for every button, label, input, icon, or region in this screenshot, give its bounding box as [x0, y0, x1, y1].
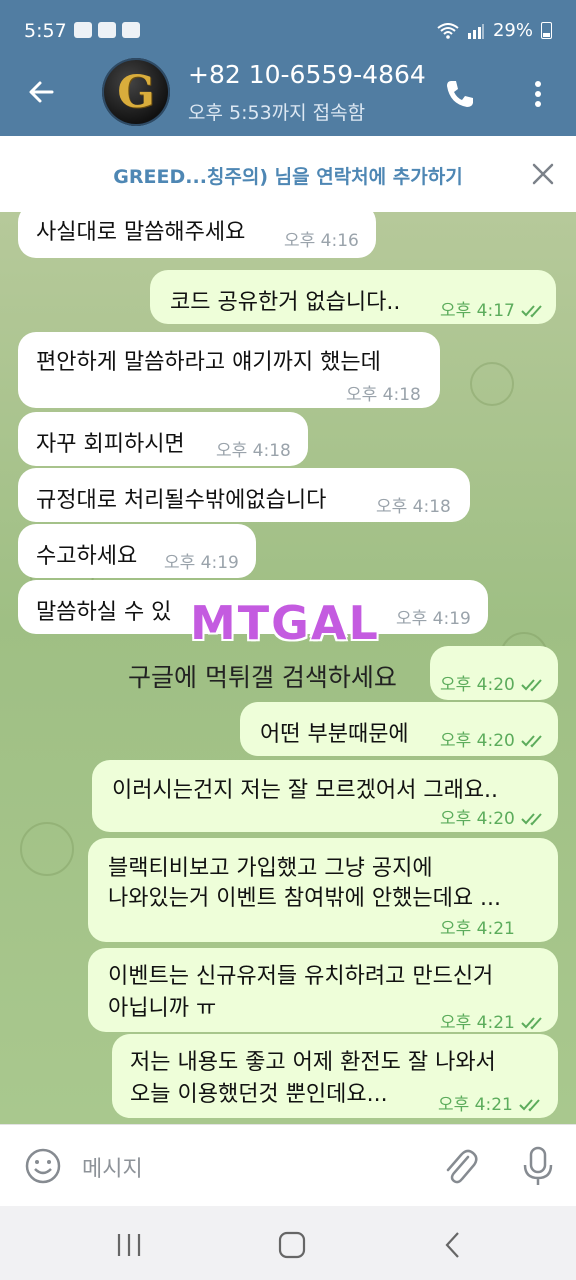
home-icon[interactable]	[275, 1228, 309, 1262]
add-contact-banner: GREED...칭주의) 님을 연락처에 추가하기	[0, 136, 576, 213]
avatar-letter: G	[117, 66, 155, 118]
message-time: 오후 4:21	[440, 1013, 515, 1033]
signal-icon	[467, 23, 484, 39]
message-time: 오후 4:18	[376, 497, 451, 517]
message-incoming[interactable]: 규정대로 처리될수밖에없습니다 오후 4:18	[18, 468, 470, 522]
status-right: 29%	[437, 20, 552, 41]
back-arrow-icon[interactable]	[22, 72, 62, 112]
microphone-icon[interactable]	[520, 1145, 556, 1187]
gallery-icon	[74, 22, 92, 38]
message-text-line1: 저는 내용도 좋고 어제 환전도 잘 나와서	[130, 1050, 496, 1075]
message-text: 자꾸 회피하시면	[36, 432, 185, 457]
talk-icon	[98, 22, 116, 38]
play-icon	[122, 22, 140, 38]
chat-header: G +82 10-6559-4864 오후 5:53까지 접속함	[0, 48, 576, 136]
message-input[interactable]: 메시지	[82, 1151, 143, 1183]
message-text-line1: 블랙티비보고 가입했고 그냥 공지에	[108, 856, 433, 881]
message-incoming[interactable]: 편안하게 말씀하라고 얘기까지 했는데 오후 4:18	[18, 332, 440, 408]
message-outgoing[interactable]: 어떤 부분때문에 오후 4:20	[240, 702, 558, 756]
message-time: 오후 4:21	[440, 919, 515, 939]
notification-icons	[74, 22, 140, 38]
message-text: 말씀하실 수 있	[36, 600, 172, 625]
message-text-line2: 나와있는거 이벤트 참여밖에 안했는데요 ...	[108, 886, 502, 911]
wifi-icon	[437, 22, 459, 39]
recents-icon[interactable]	[112, 1228, 146, 1262]
back-icon[interactable]	[436, 1228, 470, 1262]
watermark-caption: 구글에 먹튀갤 검색하세요	[128, 663, 397, 692]
message-input-bar: 메시지	[0, 1124, 576, 1207]
status-time: 5:57	[24, 20, 67, 42]
message-time: 오후 4:20	[440, 731, 515, 751]
read-ticks-icon	[521, 735, 542, 748]
message-outgoing[interactable]: 저는 내용도 좋고 어제 환전도 잘 나와서 오늘 이용했던것 뿐인데요... …	[112, 1034, 558, 1118]
battery-percent: 29%	[492, 20, 533, 41]
message-time: 오후 4:18	[346, 385, 421, 405]
message-text: 코드 공유한거 없습니다..	[170, 290, 401, 315]
read-ticks-icon	[519, 1099, 540, 1112]
message-outgoing[interactable]: 이러시는건지 저는 잘 모르겠어서 그래요.. 오후 4:20	[92, 760, 558, 832]
contact-name[interactable]: +82 10-6559-4864	[188, 60, 428, 89]
message-text: 규정대로 처리될수밖에없습니다	[36, 488, 327, 513]
message-text-line2: 오늘 이용했던것 뿐인데요...	[130, 1082, 388, 1107]
message-time: 오후 4:17	[440, 301, 515, 321]
message-text: 어떤 부분때문에	[260, 722, 409, 747]
message-time: 오후 4:19	[164, 553, 239, 573]
attach-icon[interactable]	[440, 1145, 480, 1187]
read-ticks-icon	[521, 1017, 542, 1030]
message-text: 수고하세요	[36, 544, 138, 569]
message-incoming[interactable]: 수고하세요 오후 4:19	[18, 524, 256, 578]
message-time: 오후 4:20	[440, 809, 515, 829]
message-text: 사실대로 말씀해주세요	[36, 220, 246, 245]
message-time: 오후 4:20	[440, 675, 515, 695]
message-outgoing[interactable]: 블랙티비보고 가입했고 그냥 공지에 나와있는거 이벤트 참여밖에 안했는데요 …	[88, 838, 558, 942]
message-text-line1: 이벤트는 신규유저들 유치하려고 만드신거	[108, 964, 494, 989]
system-nav-bar	[0, 1206, 576, 1280]
watermark-logo: MTGAL	[190, 596, 380, 650]
last-seen: 오후 5:53까지 접속함	[188, 102, 366, 124]
emoji-icon[interactable]	[24, 1147, 62, 1185]
message-time: 오후 4:18	[216, 441, 291, 461]
read-ticks-icon	[521, 305, 542, 318]
read-ticks-icon	[521, 679, 542, 692]
close-icon[interactable]	[530, 161, 556, 187]
message-text-line2: 아닙니까 ㅠ	[108, 996, 217, 1021]
message-text: 이러시는건지 저는 잘 모르겠어서 그래요..	[112, 778, 499, 803]
message-time: 오후 4:21	[438, 1095, 513, 1115]
message-incoming[interactable]: 사실대로 말씀해주세요 오후 4:16	[18, 212, 376, 258]
avatar[interactable]: G	[102, 58, 170, 126]
battery-icon	[541, 22, 552, 39]
message-outgoing[interactable]: 코드 공유한거 없습니다.. 오후 4:17	[150, 270, 556, 324]
chat-area[interactable]: 사실대로 말씀해주세요 오후 4:16 코드 공유한거 없습니다.. 오후 4:…	[0, 212, 576, 1124]
phone-icon[interactable]	[440, 74, 480, 114]
message-text: 편안하게 말씀하라고 얘기까지 했는데	[36, 350, 381, 375]
read-ticks-icon	[521, 813, 542, 826]
message-time: 오후 4:16	[284, 231, 359, 251]
message-incoming[interactable]: 자꾸 회피하시면 오후 4:18	[18, 412, 308, 466]
more-menu-icon[interactable]	[520, 74, 556, 114]
message-time: 오후 4:19	[396, 609, 471, 629]
message-outgoing[interactable]: 오후 4:20	[430, 646, 558, 700]
message-outgoing[interactable]: 이벤트는 신규유저들 유치하려고 만드신거 아닙니까 ㅠ 오후 4:21	[88, 948, 558, 1033]
add-contact-link[interactable]: GREED...칭주의) 님을 연락처에 추가하기	[0, 162, 576, 189]
